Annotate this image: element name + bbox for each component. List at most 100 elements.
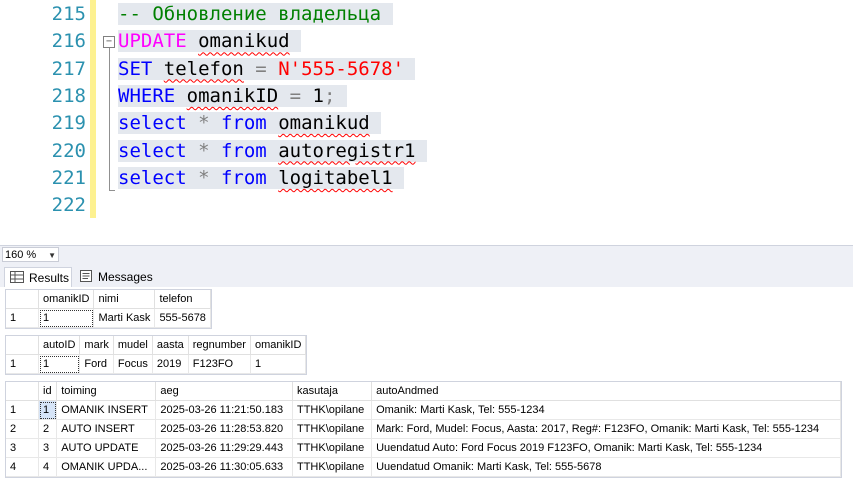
code-line[interactable]: 222	[0, 192, 853, 219]
code-text[interactable]: select * from omanikud	[118, 110, 382, 137]
code-line[interactable]: 215 -- Обновление владельца	[0, 1, 853, 28]
table-cell[interactable]: Marti Kask	[93, 308, 156, 328]
row-number[interactable]: 3	[6, 438, 39, 458]
column-header[interactable]: kasutaja	[292, 382, 373, 401]
table-cell[interactable]: AUTO UPDATE	[56, 438, 157, 458]
table-cell[interactable]: TTHK\opilane	[292, 400, 373, 420]
table-cell[interactable]: TTHK\opilane	[292, 457, 373, 477]
table-cell[interactable]: 2025-03-26 11:21:50.183	[155, 400, 293, 420]
code-token: =	[243, 57, 279, 80]
column-header[interactable]	[6, 290, 39, 309]
tab-messages[interactable]: Messages	[74, 267, 154, 287]
table-cell[interactable]: 2025-03-26 11:30:05.633	[155, 457, 293, 477]
line-number: 217	[51, 57, 86, 80]
table-cell[interactable]: 2	[38, 419, 58, 439]
table-row[interactable]: 1 1 Ford Focus 2019 F123FO 1	[6, 354, 307, 374]
table-cell[interactable]: 4	[38, 457, 58, 477]
code-line[interactable]: 220 select * from autoregistr1	[0, 138, 853, 165]
code-token: telefon	[163, 57, 244, 80]
column-header[interactable]: autoID	[38, 336, 81, 355]
column-header[interactable]: mark	[79, 336, 114, 355]
table-cell[interactable]: TTHK\opilane	[292, 419, 373, 439]
code-token: -- Обновление владельца	[118, 3, 382, 25]
zoom-bar: 160 % ▼	[0, 245, 853, 264]
messages-icon	[80, 270, 92, 282]
code-text[interactable]: SET telefon = N'555-5678'	[118, 56, 416, 83]
table-cell[interactable]: 1	[250, 354, 307, 374]
table-cell[interactable]: 1	[38, 354, 81, 374]
code-token: 1	[312, 84, 324, 107]
tab-messages-label: Messages	[98, 270, 153, 284]
code-line[interactable]: 218 WHERE omanikID = 1;	[0, 83, 853, 110]
result-grid-omanikud[interactable]: omanikID nimi telefon 1 1 Marti Kask 555-5678	[5, 289, 212, 329]
result-grid-logitabel1[interactable]: id toiming aeg kasutaja autoAndmed 1 1 OMANIK I…	[5, 381, 842, 478]
code-line[interactable]: 217 SET telefon = N'555-5678'	[0, 56, 853, 83]
column-header[interactable]: aeg	[155, 382, 293, 401]
table-cell[interactable]: AUTO INSERT	[56, 419, 157, 439]
zoom-select[interactable]: 160 % ▼	[2, 247, 59, 262]
column-header[interactable]: nimi	[93, 290, 156, 309]
table-cell[interactable]: 1	[38, 400, 58, 420]
code-line[interactable]: 219 select * from omanikud	[0, 110, 853, 137]
table-cell[interactable]: OMANIK UPDA...	[56, 457, 157, 477]
table-cell[interactable]: F123FO	[188, 354, 251, 374]
table-cell[interactable]: OMANIK INSERT	[56, 400, 157, 420]
code-token: autoregistr1	[278, 139, 416, 162]
code-text[interactable]: select * from autoregistr1	[118, 138, 427, 165]
code-text[interactable]: WHERE omanikID = 1;	[118, 83, 347, 110]
row-number[interactable]: 1	[6, 354, 39, 374]
table-cell[interactable]: 2025-03-26 11:28:53.820	[155, 419, 293, 439]
column-header[interactable]	[6, 382, 39, 401]
fold-toggle-icon[interactable]: −	[103, 36, 115, 48]
column-header[interactable]: mudel	[113, 336, 153, 355]
sql-editor[interactable]: 215 -- Обновление владельца 216 UPDATE oma…	[0, 0, 853, 245]
code-text[interactable]: select * from logitabel1	[118, 165, 405, 192]
table-cell[interactable]: 2025-03-26 11:29:29.443	[155, 438, 293, 458]
code-line[interactable]: 221 select * from logitabel1	[0, 165, 853, 192]
table-cell[interactable]: Mark: Ford, Mudel: Focus, Aasta: 2017, R…	[371, 419, 841, 439]
table-cell[interactable]: 2019	[152, 354, 189, 374]
code-line[interactable]: 216 UPDATE omanikud	[0, 28, 853, 55]
table-cell[interactable]: Ford	[79, 354, 114, 374]
table-row[interactable]: 3 3 AUTO UPDATE 2025-03-26 11:29:29.443 TTHK…	[6, 438, 841, 458]
table-cell[interactable]: 3	[38, 438, 58, 458]
zoom-value: 160 %	[5, 249, 37, 261]
column-header[interactable]: omanikID	[250, 336, 307, 355]
table-row[interactable]: 4 4 OMANIK UPDA... 2025-03-26 11:30:05.633 T…	[6, 457, 841, 477]
row-number[interactable]: 2	[6, 419, 39, 439]
result-grid-autoregistr1[interactable]: autoID mark mudel aasta regnumber omanikID 1 1 F…	[5, 335, 308, 375]
table-row[interactable]: 2 2 AUTO INSERT 2025-03-26 11:28:53.820 TTHK…	[6, 419, 841, 439]
tab-results[interactable]: Results	[4, 267, 72, 287]
table-cell[interactable]: TTHK\opilane	[292, 438, 373, 458]
code-token: from	[220, 139, 267, 162]
column-header[interactable]: omanikID	[38, 290, 95, 309]
code-text[interactable]: UPDATE omanikud	[118, 28, 302, 55]
table-cell[interactable]: 1	[38, 308, 95, 328]
row-number[interactable]: 4	[6, 457, 39, 477]
column-header[interactable]: aasta	[152, 336, 189, 355]
row-number[interactable]: 1	[6, 400, 39, 420]
column-header[interactable]: id	[38, 382, 58, 401]
code-text[interactable]: -- Обновление владельца	[118, 1, 393, 28]
column-header[interactable]: toiming	[56, 382, 157, 401]
code-token: from	[220, 166, 267, 189]
code-token: *	[186, 112, 221, 135]
table-cell[interactable]: Focus	[113, 354, 153, 374]
grid-header-row: autoID mark mudel aasta regnumber omanikID	[6, 336, 307, 355]
column-header[interactable]: regnumber	[188, 336, 251, 355]
table-cell[interactable]: Omanik: Marti Kask, Tel: 555-1234	[371, 400, 841, 420]
table-cell[interactable]: Uuendatud Omanik: Marti Kask, Tel: 555-5…	[371, 457, 841, 477]
table-row[interactable]: 1 1 Marti Kask 555-5678	[6, 308, 211, 328]
table-cell[interactable]: Uuendatud Auto: Ford Focus 2019 F123FO, …	[371, 438, 841, 458]
code-token: omanikud	[278, 112, 370, 135]
row-number[interactable]: 1	[6, 308, 39, 328]
code-token: ;	[323, 84, 336, 107]
table-cell[interactable]: 555-5678	[154, 308, 211, 328]
line-number: 220	[51, 139, 86, 162]
table-row[interactable]: 1 1 OMANIK INSERT 2025-03-26 11:21:50.183 TT…	[6, 400, 841, 420]
column-header[interactable]: autoAndmed	[371, 382, 841, 401]
code-token: omanikud	[198, 30, 290, 53]
column-header[interactable]: telefon	[154, 290, 211, 309]
column-header[interactable]	[6, 336, 39, 355]
